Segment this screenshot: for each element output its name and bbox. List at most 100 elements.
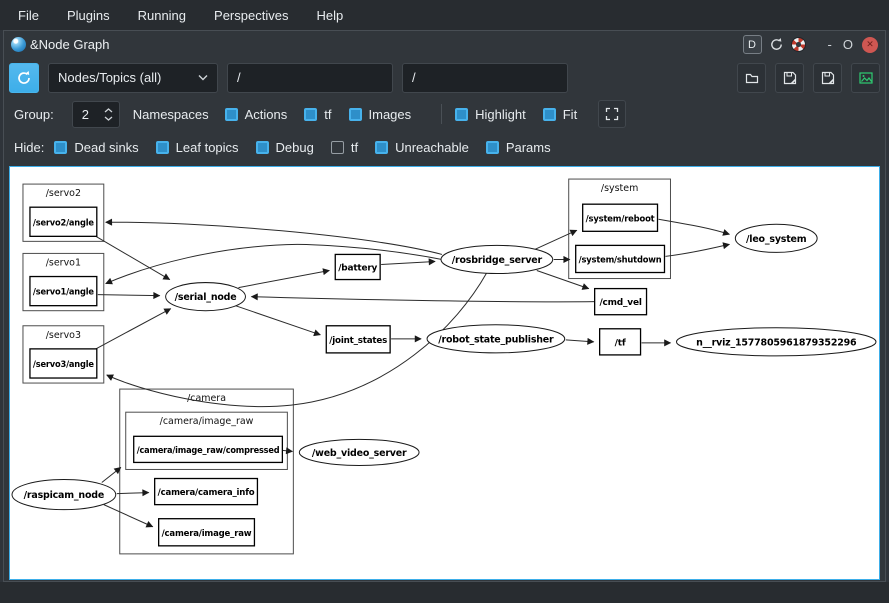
window-bottom-strip bbox=[0, 582, 889, 603]
topic-servo3_angle-label: /servo3/angle bbox=[33, 360, 94, 370]
topic-camera_image_raw-label: /camera/image_raw bbox=[162, 529, 252, 539]
graph-type-combo[interactable]: Nodes/Topics (all) bbox=[48, 63, 218, 93]
minimize-button[interactable]: - bbox=[826, 37, 834, 52]
image-icon bbox=[858, 70, 874, 86]
graph-canvas[interactable]: /servo2/servo1/servo3/system/camera/came… bbox=[9, 166, 880, 580]
dock-title: &Node Graph bbox=[30, 37, 110, 52]
graph-type-value: Nodes/Topics (all) bbox=[58, 70, 198, 85]
dock-button[interactable]: D bbox=[743, 35, 762, 54]
node-leo_system-label: /leo_system bbox=[746, 234, 807, 245]
checkbox-unreachable[interactable]: Unreachable bbox=[375, 140, 469, 155]
checkbox-box[interactable] bbox=[331, 141, 344, 154]
checkbox-params[interactable]: Params bbox=[486, 140, 551, 155]
hide-label: Hide: bbox=[14, 140, 44, 155]
dock-titlebar: &Node Graph D - O ✕ bbox=[4, 31, 885, 58]
node-robot_state_publisher-label: /robot_state_publisher bbox=[438, 334, 554, 345]
save-dot-button[interactable] bbox=[775, 63, 804, 93]
topic-filter-input[interactable] bbox=[402, 63, 568, 93]
topic-system_shutdown-label: /system/shutdown bbox=[579, 255, 662, 265]
edge-cmd_vel-to-serial_node bbox=[251, 297, 594, 302]
folder-icon bbox=[744, 70, 760, 86]
checkbox-leaf-topics[interactable]: Leaf topics bbox=[156, 140, 239, 155]
namespaces-label: Namespaces bbox=[133, 107, 209, 122]
topic-cmd_vel-label: /cmd_vel bbox=[599, 298, 641, 308]
float-button[interactable]: O bbox=[841, 37, 855, 52]
refresh-button[interactable] bbox=[9, 63, 39, 93]
group-value: 2 bbox=[82, 107, 104, 122]
menu-file[interactable]: File bbox=[4, 2, 53, 29]
edge-robot_state_publisher-to-tf bbox=[566, 340, 594, 342]
checkbox-box[interactable] bbox=[543, 108, 556, 121]
group-label: Group: bbox=[14, 107, 54, 122]
topic-battery-label: /battery bbox=[338, 263, 377, 273]
checkbox-box[interactable] bbox=[304, 108, 317, 121]
checkbox-box[interactable] bbox=[455, 108, 468, 121]
save-svg-button[interactable] bbox=[813, 63, 842, 93]
toolbar-main: Nodes/Topics (all) bbox=[4, 58, 885, 97]
topic-camera_camera_info-label: /camera/camera_info bbox=[158, 488, 255, 498]
toolbar-hide: Hide: Dead sinks Leaf topics Debug tf Un… bbox=[4, 131, 885, 163]
edge-serial_node-to-joint_states bbox=[235, 306, 320, 335]
open-dot-button[interactable] bbox=[737, 63, 766, 93]
group-servo2_group-label: /servo2 bbox=[46, 188, 81, 199]
edge-rosbridge_server-to-servo2_angle bbox=[106, 222, 442, 254]
checkbox-box[interactable] bbox=[375, 141, 388, 154]
menu-plugins[interactable]: Plugins bbox=[53, 2, 124, 29]
separator bbox=[441, 104, 442, 124]
node-raspicam_node-label: /raspicam_node bbox=[24, 490, 104, 501]
save-as-icon bbox=[820, 70, 836, 86]
edge-system_reboot-to-leo_system bbox=[659, 219, 730, 234]
checkbox-box[interactable] bbox=[349, 108, 362, 121]
reload-icon[interactable] bbox=[769, 37, 784, 52]
checkbox-images[interactable]: Images bbox=[349, 107, 412, 122]
save-image-button[interactable] bbox=[851, 63, 880, 93]
help-icon[interactable] bbox=[791, 37, 806, 52]
edge-raspicam_node-to-camera_image_raw_group bbox=[102, 467, 121, 482]
node-rviz-label: n__rviz_1577805961879352296 bbox=[696, 337, 857, 348]
topic-tf-label: /tf bbox=[615, 338, 626, 348]
topic-camera_image_raw_compressed-label: /camera/image_raw/compressed bbox=[137, 446, 280, 456]
node-graph-svg: /servo2/servo1/servo3/system/camera/came… bbox=[10, 167, 879, 579]
group-servo1_group-label: /servo1 bbox=[46, 257, 81, 268]
checkbox-debug[interactable]: Debug bbox=[256, 140, 314, 155]
checkbox-tf-group[interactable]: tf bbox=[304, 107, 331, 122]
fit-in-view-button[interactable] bbox=[598, 100, 626, 128]
edge-system_shutdown-to-leo_system bbox=[665, 244, 729, 256]
checkbox-dead-sinks[interactable]: Dead sinks bbox=[54, 140, 138, 155]
topic-servo1_angle-label: /servo1/angle bbox=[33, 288, 94, 298]
menu-help[interactable]: Help bbox=[302, 2, 357, 29]
close-button[interactable]: ✕ bbox=[862, 37, 878, 53]
checkbox-box[interactable] bbox=[54, 141, 67, 154]
checkbox-box[interactable] bbox=[156, 141, 169, 154]
save-icon bbox=[782, 70, 798, 86]
toolbar-group: Group: 2 Namespaces Actions tf Images bbox=[4, 97, 885, 131]
group-spinbox[interactable]: 2 bbox=[72, 101, 120, 128]
checkbox-box[interactable] bbox=[256, 141, 269, 154]
checkbox-actions[interactable]: Actions bbox=[225, 107, 288, 122]
node-filter-input[interactable] bbox=[227, 63, 393, 93]
plugin-icon bbox=[11, 37, 26, 52]
menu-perspectives[interactable]: Perspectives bbox=[200, 2, 302, 29]
checkbox-box[interactable] bbox=[225, 108, 238, 121]
menu-running[interactable]: Running bbox=[124, 2, 200, 29]
group-servo3_group-label: /servo3 bbox=[46, 330, 81, 341]
checkbox-box[interactable] bbox=[486, 141, 499, 154]
checkbox-hide-tf[interactable]: tf bbox=[331, 140, 358, 155]
topic-servo2_angle-label: /servo2/angle bbox=[33, 218, 94, 228]
chevron-down-icon bbox=[198, 74, 208, 81]
topic-joint_states-label: /joint_states bbox=[329, 336, 387, 346]
edge-serial_node-to-battery bbox=[238, 271, 329, 288]
spin-arrows-icon[interactable] bbox=[104, 108, 119, 121]
menu-bar: File Plugins Running Perspectives Help bbox=[0, 0, 889, 30]
topic-system_reboot-label: /system/reboot bbox=[586, 214, 656, 224]
edge-battery-to-rosbridge_server bbox=[381, 261, 435, 264]
node-serial_node-label: /serial_node bbox=[175, 292, 237, 303]
checkbox-highlight[interactable]: Highlight bbox=[455, 107, 526, 122]
node-graph-dock: &Node Graph D - O ✕ Nodes/Topics (all) bbox=[3, 30, 886, 582]
checkbox-fit[interactable]: Fit bbox=[543, 107, 577, 122]
rqt-window: File Plugins Running Perspectives Help &… bbox=[0, 0, 889, 603]
edge-raspicam_node-to-camera_camera_info bbox=[117, 493, 149, 494]
node-rosbridge_server-label: /rosbridge_server bbox=[452, 255, 543, 266]
edge-rosbridge_server-to-cmd_vel bbox=[537, 271, 589, 289]
group-camera_image_raw_group-label: /camera/image_raw bbox=[160, 416, 254, 427]
